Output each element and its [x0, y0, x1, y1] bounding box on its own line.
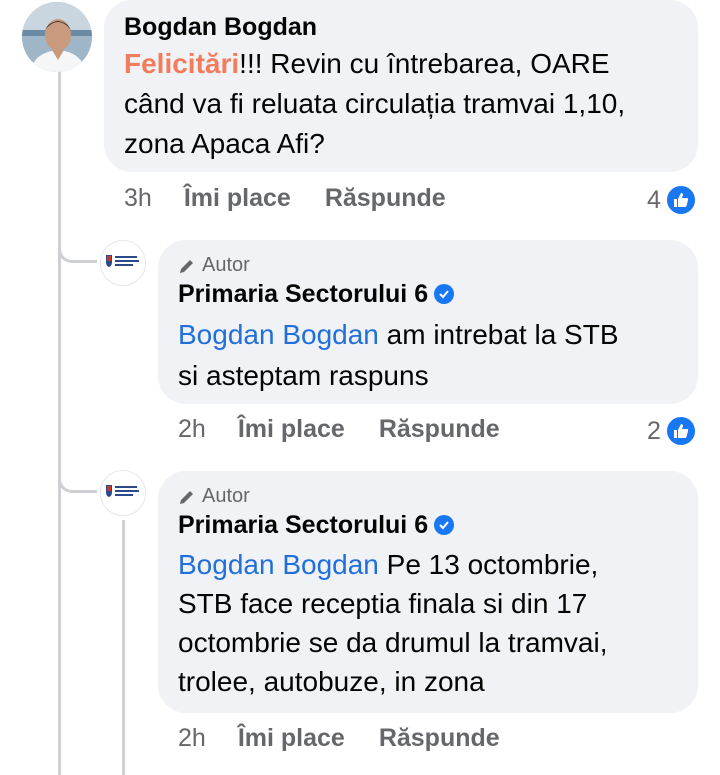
reply-author[interactable]: Primaria Sectorului 6	[178, 277, 428, 311]
reply-button[interactable]: Răspunde	[379, 724, 500, 753]
reply-time[interactable]: 2h	[178, 415, 206, 444]
thread-line-main	[58, 70, 61, 775]
avatar-primaria[interactable]	[100, 240, 146, 286]
like-button[interactable]: Îmi place	[238, 415, 345, 444]
reaction-count[interactable]: 4	[647, 184, 697, 216]
reply-bubble-2: Autor Primaria Sectorului 6 Bogdan Bogda…	[158, 471, 698, 713]
like-button[interactable]: Îmi place	[184, 184, 291, 213]
reply-bubble-1: Autor Primaria Sectorului 6 Bogdan Bogda…	[158, 240, 698, 404]
like-thumb-icon	[664, 184, 697, 216]
comment-author[interactable]: Bogdan Bogdan	[124, 10, 678, 44]
like-button[interactable]: Îmi place	[238, 724, 345, 753]
like-thumb-icon	[664, 415, 697, 447]
comment-time[interactable]: 3h	[124, 184, 152, 213]
comment-bubble: Bogdan Bogdan Felicitări!!! Revin cu înt…	[104, 0, 698, 172]
reply-author[interactable]: Primaria Sectorului 6	[178, 508, 428, 542]
reply-actions-2: 2h Îmi place Răspunde	[178, 724, 534, 753]
verified-badge-icon	[434, 515, 455, 535]
comment-actions: 3h Îmi place Răspunde	[124, 184, 480, 213]
avatar-primaria[interactable]	[100, 470, 146, 516]
reaction-count[interactable]: 2	[647, 415, 697, 447]
mention-link[interactable]: Bogdan Bogdan	[178, 549, 379, 580]
reply-button[interactable]: Răspunde	[325, 184, 446, 213]
thread-line-reply	[122, 520, 125, 775]
reply-time[interactable]: 2h	[178, 724, 206, 753]
author-badge: Autor	[178, 254, 678, 277]
verified-badge-icon	[434, 284, 455, 304]
pencil-icon	[180, 259, 193, 273]
comment-text: Felicitări!!! Revin cu întrebarea, OARE …	[124, 48, 626, 159]
comment-highlight: Felicitări	[124, 48, 240, 79]
reply-actions-1: 2h Îmi place Răspunde	[178, 415, 534, 444]
mention-link[interactable]: Bogdan Bogdan	[178, 319, 379, 350]
avatar-bogdan[interactable]	[22, 2, 92, 72]
thread-elbow-2	[58, 468, 97, 493]
reply-button[interactable]: Răspunde	[379, 415, 500, 444]
reply-text: Bogdan Bogdan Pe 13 octombrie, STB face …	[178, 549, 608, 697]
reply-text: Bogdan Bogdan am intrebat la STB si aste…	[178, 319, 619, 391]
author-badge: Autor	[178, 485, 678, 508]
pencil-icon	[180, 490, 193, 504]
thread-elbow-1	[58, 238, 97, 263]
